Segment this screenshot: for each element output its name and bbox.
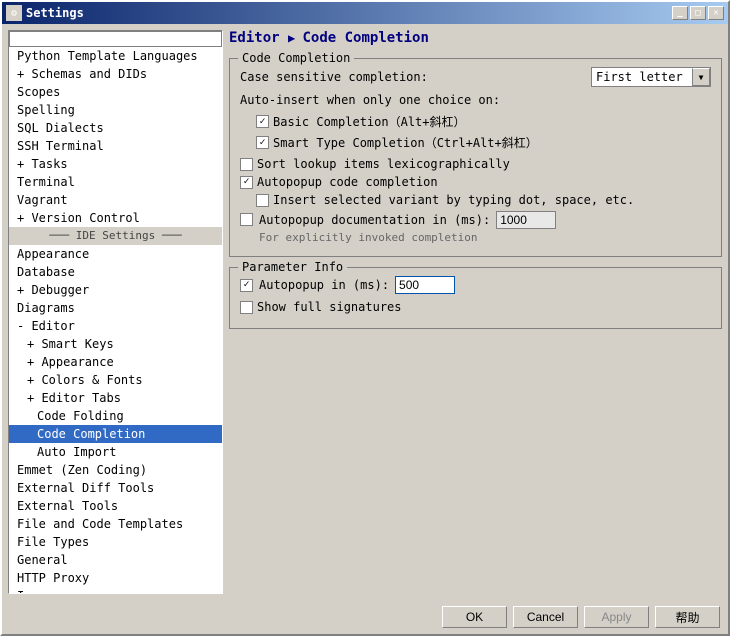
cancel-button[interactable]: Cancel	[513, 606, 578, 628]
smart-type-label: Smart Type Completion（Ctrl+Alt+斜杠）	[273, 134, 538, 151]
sort-lookup-row: Sort lookup items lexicographically	[240, 157, 711, 171]
param-autopopup-row: Autopopup in (ms):	[240, 276, 711, 294]
autopopup-doc-row: Autopopup documentation in (ms): For exp…	[240, 211, 711, 244]
breadcrumb-arrow: ▶	[288, 31, 302, 45]
sidebar-item-tasks[interactable]: + Tasks	[9, 155, 222, 173]
parameter-info-title: Parameter Info	[238, 260, 347, 274]
autopopup-doc-checkbox[interactable]	[240, 213, 253, 226]
show-full-checkbox[interactable]	[240, 301, 253, 314]
autopopup-row: Autopopup code completion	[240, 175, 711, 189]
case-sensitive-arrow[interactable]: ▼	[692, 68, 710, 86]
sidebar-tree: Python Template Languages+ Schemas and D…	[8, 30, 223, 594]
basic-completion-row: Basic Completion（Alt+斜杠）	[256, 113, 711, 130]
sidebar-item-appearance-ide[interactable]: Appearance	[9, 245, 222, 263]
insert-variant-checkbox[interactable]	[256, 194, 269, 207]
close-button[interactable]: ✕	[708, 6, 724, 20]
auto-insert-row: Auto-insert when only one choice on:	[240, 93, 711, 107]
main-content: Python Template Languages+ Schemas and D…	[2, 24, 728, 600]
auto-insert-label: Auto-insert when only one choice on:	[240, 93, 500, 107]
sidebar-item-database[interactable]: Database	[9, 263, 222, 281]
sidebar-item-schemas-dids[interactable]: + Schemas and DIDs	[9, 65, 222, 83]
title-bar: ⚙ Settings _ □ ✕	[2, 2, 728, 24]
sort-lookup-checkbox[interactable]	[240, 158, 253, 171]
param-autopopup-input[interactable]	[395, 276, 455, 294]
sidebar-item-spelling[interactable]: Spelling	[9, 101, 222, 119]
sidebar-item-emmet[interactable]: Emmet (Zen Coding)	[9, 461, 222, 479]
sidebar-item-ide-settings: ─── IDE Settings ───	[9, 227, 222, 245]
insert-variant-label: Insert selected variant by typing dot, s…	[273, 193, 634, 207]
sidebar-item-file-types[interactable]: File Types	[9, 533, 222, 551]
show-full-row: Show full signatures	[240, 300, 711, 314]
right-panel: Editor ▶ Code Completion Code Completion…	[229, 30, 722, 594]
autopopup-label: Autopopup code completion	[257, 175, 438, 189]
apply-button[interactable]: Apply	[584, 606, 649, 628]
window-controls: _ □ ✕	[672, 6, 724, 20]
code-completion-title: Code Completion	[238, 51, 354, 65]
smart-type-checkbox[interactable]	[256, 136, 269, 149]
code-completion-section: Code Completion Case sensitive completio…	[229, 58, 722, 257]
sidebar-item-editor-tabs[interactable]: + Editor Tabs	[9, 389, 222, 407]
sidebar-item-http-proxy[interactable]: HTTP Proxy	[9, 569, 222, 587]
breadcrumb-editor: Editor	[229, 30, 280, 46]
bottom-bar: OK Cancel Apply 帮助	[2, 600, 728, 634]
param-autopopup-checkbox[interactable]	[240, 279, 253, 292]
window-title: Settings	[26, 6, 672, 20]
sidebar-item-terminal[interactable]: Terminal	[9, 173, 222, 191]
help-button[interactable]: 帮助	[655, 606, 720, 628]
sidebar-item-code-completion[interactable]: Code Completion	[9, 425, 222, 443]
sidebar-item-file-code-templates[interactable]: File and Code Templates	[9, 515, 222, 533]
sidebar-item-debugger[interactable]: + Debugger	[9, 281, 222, 299]
sidebar-item-appearance[interactable]: + Appearance	[9, 353, 222, 371]
sidebar-item-colors-fonts[interactable]: + Colors & Fonts	[9, 371, 222, 389]
sidebar-item-images[interactable]: Images	[9, 587, 222, 594]
sidebar-item-vagrant[interactable]: Vagrant	[9, 191, 222, 209]
show-full-label: Show full signatures	[257, 300, 402, 314]
sidebar-item-auto-import[interactable]: Auto Import	[9, 443, 222, 461]
autopopup-checkbox[interactable]	[240, 176, 253, 189]
sidebar-item-diagrams[interactable]: Diagrams	[9, 299, 222, 317]
autopopup-doc-label: Autopopup documentation in (ms):	[259, 213, 490, 227]
sidebar-search-input[interactable]	[9, 31, 222, 47]
case-sensitive-value: First letter	[592, 70, 692, 84]
case-sensitive-label: Case sensitive completion:	[240, 70, 428, 84]
basic-completion-label: Basic Completion（Alt+斜杠）	[273, 113, 466, 130]
sidebar-item-external-tools[interactable]: External Tools	[9, 497, 222, 515]
sidebar-item-editor[interactable]: - Editor	[9, 317, 222, 335]
smart-type-row: Smart Type Completion（Ctrl+Alt+斜杠）	[256, 134, 711, 151]
parameter-info-section: Parameter Info Autopopup in (ms): Show f…	[229, 267, 722, 329]
maximize-button[interactable]: □	[690, 6, 706, 20]
minimize-button[interactable]: _	[672, 6, 688, 20]
sort-lookup-label: Sort lookup items lexicographically	[257, 157, 510, 171]
sidebar-item-general[interactable]: General	[9, 551, 222, 569]
sidebar-item-scopes[interactable]: Scopes	[9, 83, 222, 101]
ok-button[interactable]: OK	[442, 606, 507, 628]
sidebar-item-external-diff[interactable]: External Diff Tools	[9, 479, 222, 497]
autopopup-doc-hint: For explicitly invoked completion	[259, 231, 556, 244]
sidebar-item-sql-dialects[interactable]: SQL Dialects	[9, 119, 222, 137]
panel-header: Editor ▶ Code Completion	[229, 30, 722, 50]
sidebar-item-version-control[interactable]: + Version Control	[9, 209, 222, 227]
autopopup-doc-input[interactable]	[496, 211, 556, 229]
basic-completion-checkbox[interactable]	[256, 115, 269, 128]
settings-window: ⚙ Settings _ □ ✕ Python Template Languag…	[0, 0, 730, 636]
sidebar-item-smart-keys[interactable]: + Smart Keys	[9, 335, 222, 353]
sidebar-item-ssh-terminal[interactable]: SSH Terminal	[9, 137, 222, 155]
case-sensitive-row: Case sensitive completion: First letter …	[240, 67, 711, 87]
sidebar-item-python-template[interactable]: Python Template Languages	[9, 47, 222, 65]
breadcrumb-completion: Code Completion	[302, 30, 428, 46]
param-autopopup-label: Autopopup in (ms):	[259, 278, 389, 292]
window-icon: ⚙	[6, 5, 22, 21]
sidebar-item-code-folding[interactable]: Code Folding	[9, 407, 222, 425]
case-sensitive-dropdown[interactable]: First letter ▼	[591, 67, 711, 87]
insert-variant-row: Insert selected variant by typing dot, s…	[256, 193, 711, 207]
